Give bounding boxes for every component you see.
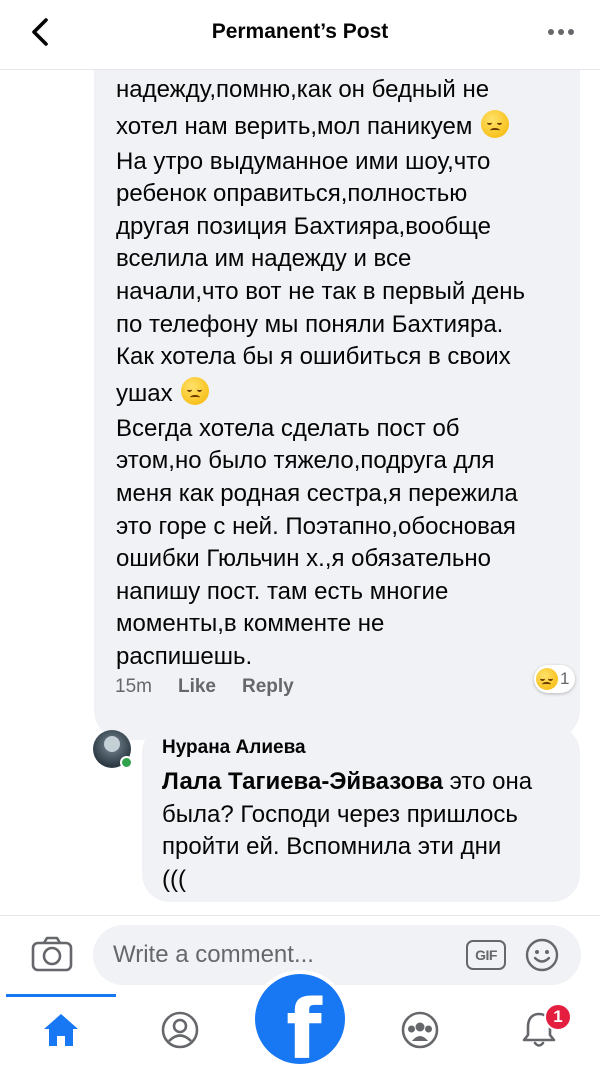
smiley-icon (525, 938, 559, 972)
comment-line: этом,но было тяжело,подруга для (116, 447, 495, 475)
comment-line-text: ушах (116, 379, 173, 407)
comment-line: надежду,помню,как он бедный не (116, 76, 490, 103)
profile-icon (161, 1011, 199, 1049)
reply-line-text: это она (443, 768, 533, 795)
comment-line: Всегда хотела сделать пост об (116, 414, 460, 442)
reply-author[interactable]: Нурана Алиева (162, 737, 306, 759)
comment-bubble: надежду,помню,как он бедный не хотел нам… (94, 70, 580, 740)
next-comment-peek (160, 908, 360, 915)
tab-home[interactable] (36, 1008, 86, 1052)
mention-link[interactable]: Лала Тагиева-Эйвазова (162, 768, 443, 795)
active-tab-indicator (6, 994, 116, 997)
disappointed-face-emoji-icon (481, 109, 510, 138)
comment-line: распишешь. (116, 642, 253, 670)
comment-line: начали,что вот не так в первый день (116, 277, 526, 305)
camera-button[interactable] (30, 934, 74, 974)
comment-line: другая позиция Бахтияра,вообще (116, 212, 491, 240)
notification-badge: 1 (544, 1003, 572, 1031)
sad-tear-emoji-icon (536, 668, 558, 690)
bottom-tab-bar: f (0, 974, 600, 1065)
camera-icon (31, 936, 73, 972)
comment-line: хотел нам верить,мол паникуем (116, 107, 562, 146)
comment-line: это горе с ней. Поэтапно,обосновая (116, 512, 516, 540)
more-dot (558, 29, 564, 35)
post-header: Permanent’s Post (0, 0, 600, 70)
comment-line: по телефону мы поняли Бахтияра. (116, 310, 504, 338)
comment-line: моменты,в комменте не (116, 610, 385, 638)
gif-button[interactable]: GIF (466, 940, 506, 970)
disappointed-face-emoji-icon (181, 376, 210, 405)
facebook-app-button[interactable]: f (255, 974, 345, 1064)
facebook-icon: f (286, 983, 322, 1065)
reply-line: была? Господи через пришлось (162, 800, 518, 828)
comment-line: На утро выдуманное ими шоу,что (116, 147, 491, 175)
page-title: Permanent’s Post (211, 20, 389, 43)
reply-button[interactable]: Reply (242, 676, 294, 698)
comment-line: меня как родная сестра,я пережила (116, 479, 518, 507)
comment-timestamp: 15m (115, 676, 152, 697)
reply-line: пройти ей. Вспомнила эти дни (162, 833, 502, 861)
reaction-summary[interactable]: 1 (534, 665, 576, 693)
comment-line: Как хотела бы я ошибиться в своих (116, 343, 511, 371)
home-icon (44, 1014, 78, 1046)
comment-line: напишу пост. там есть многие (116, 577, 449, 605)
comment-input[interactable] (93, 925, 581, 985)
comment-line-text: хотел нам верить,мол паникуем (116, 112, 473, 140)
more-dot (548, 29, 554, 35)
comment-actions: 15m Like Reply (115, 676, 294, 698)
reply-line: ((( (162, 865, 186, 893)
comment-line: ошибки Гюльчин х.,я обязательно (116, 545, 491, 573)
comment-line: вселила им надежду и все (116, 245, 412, 273)
tab-profile[interactable] (155, 1008, 205, 1052)
groups-icon (401, 1011, 439, 1049)
emoji-button[interactable] (525, 938, 559, 972)
comment-line: ребенок оправиться,полностью (116, 180, 468, 208)
reply-text: Лала Тагиева-Эйвазова это она была? Госп… (162, 766, 572, 896)
tab-groups[interactable] (395, 1008, 445, 1052)
reaction-count: 1 (560, 669, 570, 688)
comments-feed[interactable]: надежду,помню,как он бедный не хотел нам… (0, 70, 600, 915)
reply-line: Лала Тагиева-Эйвазова это она (162, 766, 572, 799)
more-dot (568, 29, 574, 35)
online-status-dot (120, 756, 133, 769)
reply-bubble: Нурана Алиева Лала Тагиева-Эйвазова это … (142, 725, 580, 902)
comment-text: надежду,помню,как он бедный не хотел нам… (116, 74, 562, 674)
like-button[interactable]: Like (178, 676, 216, 698)
more-options-button[interactable] (544, 22, 578, 42)
comment-line: ушах (116, 374, 562, 413)
